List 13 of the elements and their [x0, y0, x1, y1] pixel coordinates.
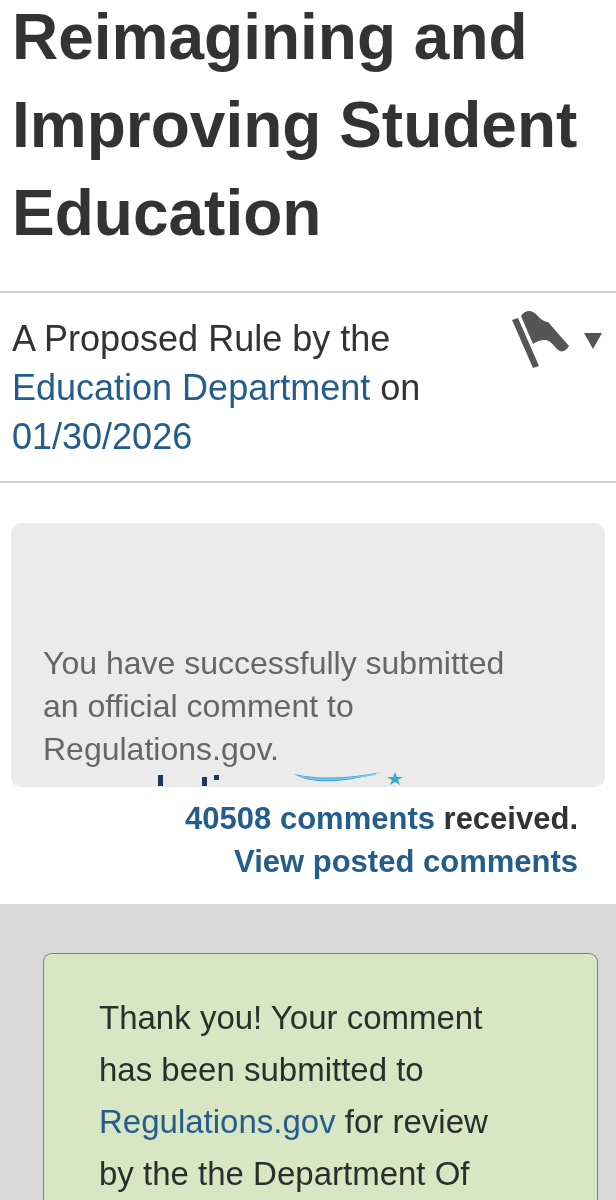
- status-message: You have successfully submitted an official comment to Regulations.gov.: [43, 644, 506, 769]
- page-title: Reimagining and Improving Student Education: [0, 0, 616, 293]
- date-link[interactable]: 01/30/2026: [12, 416, 193, 457]
- byline-text: A Proposed Rule by the Education Department on 01/30/2026: [12, 317, 422, 459]
- comments-count-text: 40508 comments received. View posted comments: [184, 800, 579, 881]
- view-comments-link[interactable]: View posted comments: [234, 844, 578, 879]
- flag-icon: [512, 310, 570, 368]
- flag-menu-button[interactable]: [512, 310, 602, 368]
- agency-link[interactable]: Education Department: [12, 367, 371, 408]
- confirmation-message: Thank you! Your comment has been submitted to Regulations.gov for review by the the Department Of: [99, 998, 489, 1194]
- regulations-link[interactable]: Regulations.gov: [99, 1103, 336, 1140]
- caret-icon: [584, 333, 602, 349]
- comments-count-link[interactable]: 40508 comments: [185, 801, 435, 836]
